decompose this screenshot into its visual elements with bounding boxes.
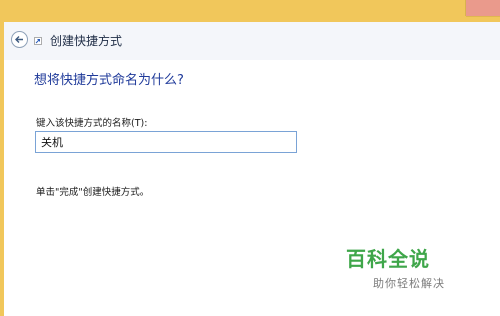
- wizard-header: 创建快捷方式: [4, 22, 500, 60]
- finish-hint: 单击"完成"创建快捷方式。: [36, 187, 150, 198]
- shortcut-icon: [34, 37, 42, 45]
- close-button[interactable]: [465, 0, 500, 17]
- name-field-label: 键入该快捷方式的名称(T):: [36, 118, 148, 129]
- window-frame: 创建快捷方式 想将快捷方式命名为什么? 键入该快捷方式的名称(T): 单击"完成…: [0, 0, 500, 316]
- watermark-title: 百科全说: [346, 247, 430, 271]
- back-arrow-icon: [15, 36, 23, 43]
- watermark-subtitle: 助你轻松解决: [373, 277, 445, 290]
- shortcut-name-input[interactable]: [35, 131, 297, 153]
- wizard-title: 创建快捷方式: [50, 34, 123, 48]
- page-question: 想将快捷方式命名为什么?: [34, 73, 184, 88]
- wizard-content: 想将快捷方式命名为什么? 键入该快捷方式的名称(T): 单击"完成"创建快捷方式…: [4, 60, 500, 316]
- watermark: 百科全说 助你轻松解决: [346, 243, 496, 291]
- back-button[interactable]: [11, 31, 28, 48]
